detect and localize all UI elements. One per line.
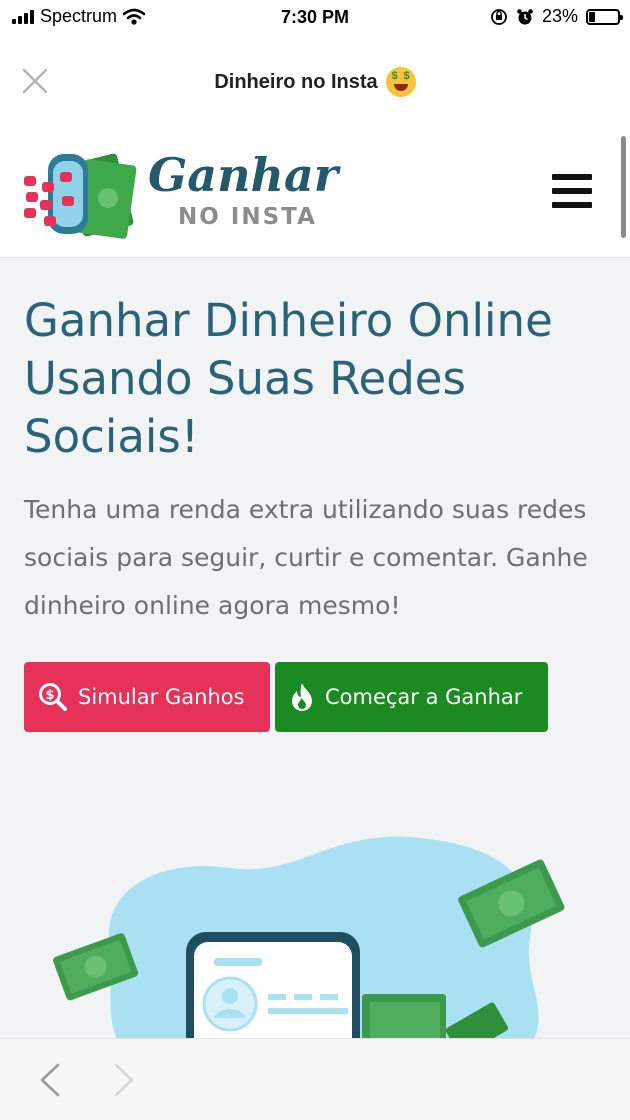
money-mouth-face-icon bbox=[385, 67, 416, 97]
orientation-lock-icon bbox=[491, 8, 507, 25]
svg-text:$: $ bbox=[45, 688, 54, 703]
start-earning-button[interactable]: Começar a Ganhar bbox=[275, 662, 548, 732]
site-logo[interactable]: Ganhar NO INSTA bbox=[22, 148, 338, 240]
hero-illustration bbox=[53, 836, 565, 1038]
app-header: Dinheiro no Insta bbox=[0, 44, 630, 120]
app-title: Dinheiro no Insta bbox=[214, 67, 416, 97]
status-bar: Spectrum 7:30 PM 23% bbox=[0, 0, 630, 34]
chevron-right-icon[interactable] bbox=[112, 1063, 136, 1097]
hero-subtext: Tenha uma renda extra utilizando suas re… bbox=[24, 495, 588, 620]
logo-text-no-insta: NO INSTA bbox=[178, 204, 317, 230]
fire-icon bbox=[292, 683, 312, 711]
simulate-earnings-label: Simular Ganhos bbox=[78, 685, 245, 709]
browser-bottom-nav bbox=[0, 1038, 630, 1120]
start-earning-label: Começar a Ganhar bbox=[325, 685, 523, 709]
logo-text-ganhar: Ganhar bbox=[148, 148, 339, 202]
scrollbar[interactable] bbox=[621, 136, 626, 238]
site-header: Ganhar NO INSTA bbox=[0, 126, 630, 258]
simulate-earnings-button[interactable]: $ Simular Ganhos bbox=[24, 662, 270, 732]
app-title-text: Dinheiro no Insta bbox=[214, 70, 378, 93]
hero-headline: Ganhar Dinheiro Online Usando Suas Redes… bbox=[24, 294, 553, 463]
hamburger-menu-icon[interactable] bbox=[552, 174, 592, 208]
battery-icon bbox=[586, 8, 623, 25]
logo-graphic-icon bbox=[24, 153, 137, 239]
search-dollar-icon: $ bbox=[39, 683, 67, 711]
battery-percent: 23% bbox=[541, 6, 578, 26]
chevron-left-icon[interactable] bbox=[38, 1063, 62, 1097]
status-right: 23% bbox=[490, 6, 623, 27]
hero-section: Ganhar Dinheiro Online Usando Suas Redes… bbox=[0, 258, 630, 1038]
close-icon[interactable] bbox=[20, 66, 50, 96]
alarm-icon bbox=[517, 8, 533, 24]
